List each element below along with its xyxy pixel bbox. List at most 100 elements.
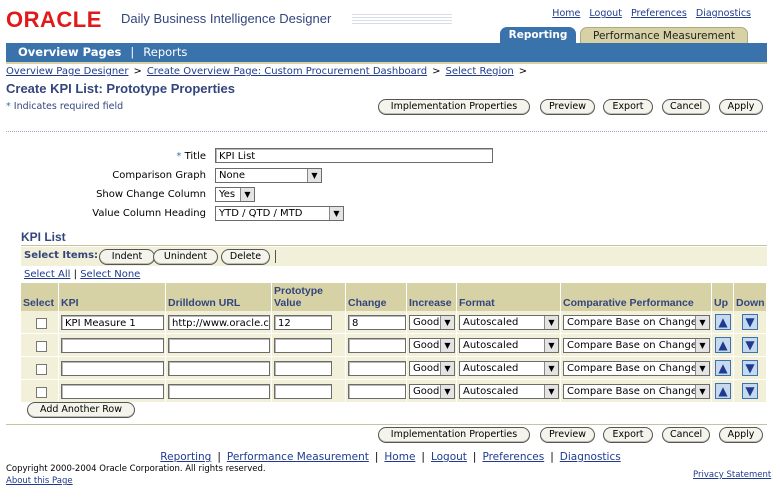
footer-link-preferences[interactable]: Preferences — [482, 451, 544, 463]
kpi-input[interactable]: KPI Measure 1 — [61, 315, 164, 330]
table-row — [21, 380, 59, 403]
down-cell: ▼ — [734, 311, 767, 334]
apply-button[interactable]: Apply — [719, 99, 763, 115]
tab-performance-measurement[interactable]: Performance Measurement — [580, 27, 748, 44]
increase-select[interactable]: Good ▼ — [409, 361, 455, 376]
change-input[interactable] — [348, 361, 406, 376]
footer-divider — [6, 424, 767, 425]
comparative-value: Compare Base on Change — [567, 363, 697, 374]
prototype-value-input[interactable] — [274, 384, 332, 399]
prototype-value-input[interactable]: 12 — [274, 315, 332, 330]
footer-link-reporting[interactable]: Reporting — [160, 451, 211, 463]
chevron-down-icon: ▼ — [440, 339, 454, 352]
preview-button-bottom[interactable]: Preview — [540, 427, 595, 443]
row-select-checkbox[interactable] — [36, 318, 47, 329]
chevron-down-icon: ▼ — [440, 385, 454, 398]
kpi-input[interactable] — [61, 338, 164, 353]
move-down-icon[interactable]: ▼ — [742, 314, 758, 330]
down-cell: ▼ — [734, 334, 767, 357]
subnav-overview-pages[interactable]: Overview Pages — [18, 45, 121, 59]
comparative-performance-select[interactable]: Compare Base on Change ▼ — [563, 384, 710, 399]
chevron-down-icon: ▼ — [544, 362, 558, 375]
show-change-select[interactable]: Yes ▼ — [215, 187, 255, 202]
cancel-button[interactable]: Cancel — [662, 99, 710, 115]
comparison-graph-select[interactable]: None ▼ — [215, 168, 322, 183]
sub-navigation: Overview Pages | Reports — [6, 43, 767, 62]
breadcrumb: Overview Page Designer > Create Overview P… — [6, 66, 532, 77]
global-link-preferences[interactable]: Preferences — [631, 8, 687, 19]
global-link-home[interactable]: Home — [552, 8, 580, 19]
format-select[interactable]: Autoscaled ▼ — [459, 361, 559, 376]
table-row — [21, 357, 59, 380]
format-select[interactable]: Autoscaled ▼ — [459, 315, 559, 330]
change-input[interactable]: 8 — [348, 315, 406, 330]
preview-button[interactable]: Preview — [540, 99, 595, 115]
row-select-checkbox[interactable] — [36, 387, 47, 398]
breadcrumb-select-region[interactable]: Select Region — [445, 66, 513, 77]
move-down-icon[interactable]: ▼ — [742, 383, 758, 399]
select-none-link[interactable]: Select None — [80, 269, 140, 280]
add-another-row-button[interactable]: Add Another Row — [27, 402, 135, 418]
row-select-checkbox[interactable] — [36, 364, 47, 375]
title-input[interactable]: KPI List — [215, 148, 493, 163]
delete-button[interactable]: Delete — [221, 249, 270, 265]
change-input[interactable] — [348, 384, 406, 399]
title-label: * Title — [6, 151, 206, 162]
indent-button[interactable]: Indent — [99, 249, 155, 265]
increase-select[interactable]: Good ▼ — [409, 384, 455, 399]
implementation-properties-button[interactable]: Implementation Properties — [378, 99, 530, 115]
increase-select[interactable]: Good ▼ — [409, 315, 455, 330]
comparative-performance-select[interactable]: Compare Base on Change ▼ — [563, 315, 710, 330]
breadcrumb-overview-page-designer[interactable]: Overview Page Designer — [6, 66, 128, 77]
drilldown-url-input[interactable] — [168, 384, 270, 399]
unindent-button[interactable]: Unindent — [153, 249, 218, 265]
global-link-logout[interactable]: Logout — [589, 8, 622, 19]
chevron-down-icon: ▼ — [695, 339, 709, 352]
cancel-button-bottom[interactable]: Cancel — [662, 427, 710, 443]
format-select[interactable]: Autoscaled ▼ — [459, 384, 559, 399]
change-cell — [346, 357, 407, 380]
column-header-change: Change — [346, 283, 407, 311]
format-value: Autoscaled — [463, 386, 519, 397]
export-button-bottom[interactable]: Export — [603, 427, 653, 443]
move-up-icon[interactable]: ▲ — [715, 314, 731, 330]
move-up-icon[interactable]: ▲ — [715, 337, 731, 353]
kpi-input[interactable] — [61, 384, 164, 399]
global-link-diagnostics[interactable]: Diagnostics — [696, 8, 751, 19]
footer-link-home[interactable]: Home — [384, 451, 415, 463]
apply-button-bottom[interactable]: Apply — [719, 427, 763, 443]
chevron-down-icon: ▼ — [544, 339, 558, 352]
footer-link-performance-measurement[interactable]: Performance Measurement — [227, 451, 369, 463]
drilldown-url-input[interactable] — [168, 361, 270, 376]
column-header-comparative-performance: Comparative Performance — [561, 283, 712, 311]
move-up-icon[interactable]: ▲ — [715, 360, 731, 376]
change-input[interactable] — [348, 338, 406, 353]
increase-select[interactable]: Good ▼ — [409, 338, 455, 353]
move-up-icon[interactable]: ▲ — [715, 383, 731, 399]
prototype-value-input[interactable] — [274, 338, 332, 353]
drilldown-url-input[interactable] — [168, 338, 270, 353]
drilldown-url-input[interactable]: http://www.oracle.com — [168, 315, 270, 330]
drilldown-cell — [166, 334, 272, 357]
tab-reporting[interactable]: Reporting — [500, 27, 576, 43]
row-select-checkbox[interactable] — [36, 341, 47, 352]
chevron-down-icon: ▼ — [329, 207, 343, 220]
export-button[interactable]: Export — [603, 99, 653, 115]
footer-link-logout[interactable]: Logout — [431, 451, 467, 463]
comparative-performance-select[interactable]: Compare Base on Change ▼ — [563, 361, 710, 376]
privacy-statement-link[interactable]: Privacy Statement — [693, 470, 771, 480]
move-down-icon[interactable]: ▼ — [742, 337, 758, 353]
value-heading-select[interactable]: YTD / QTD / MTD ▼ — [215, 206, 344, 221]
comparative-performance-select[interactable]: Compare Base on Change ▼ — [563, 338, 710, 353]
format-select[interactable]: Autoscaled ▼ — [459, 338, 559, 353]
move-down-icon[interactable]: ▼ — [742, 360, 758, 376]
about-this-page-link[interactable]: About this Page — [6, 476, 73, 486]
subnav-reports[interactable]: Reports — [143, 45, 187, 59]
footer-link-diagnostics[interactable]: Diagnostics — [560, 451, 621, 463]
breadcrumb-create-overview-page[interactable]: Create Overview Page: Custom Procurement… — [147, 66, 427, 77]
up-cell: ▲ — [712, 334, 734, 357]
kpi-input[interactable] — [61, 361, 164, 376]
implementation-properties-button-bottom[interactable]: Implementation Properties — [378, 427, 530, 443]
select-all-link[interactable]: Select All — [24, 269, 70, 280]
prototype-value-input[interactable] — [274, 361, 332, 376]
